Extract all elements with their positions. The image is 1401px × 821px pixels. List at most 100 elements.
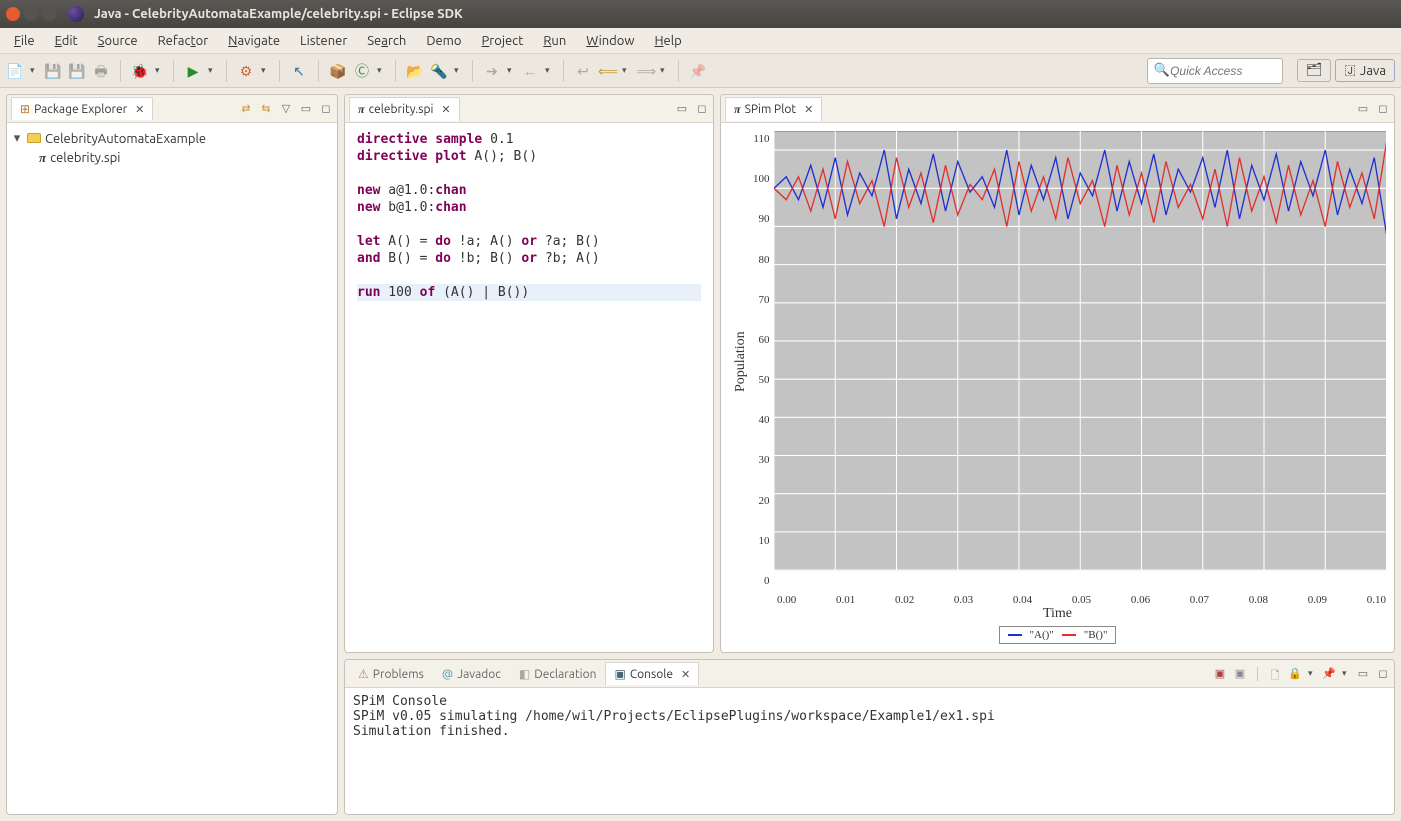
package-icon: ⊞ <box>20 102 30 116</box>
menu-listener[interactable]: Listener <box>290 31 357 51</box>
pin-icon[interactable]: 📌 <box>689 62 707 80</box>
pi-icon: π <box>358 102 365 117</box>
menu-project[interactable]: Project <box>472 31 534 51</box>
quick-access[interactable]: 🔍 <box>1147 58 1283 84</box>
tab-package-explorer[interactable]: ⊞ Package Explorer ✕ <box>11 97 153 120</box>
tab-problems[interactable]: ⚠ Problems <box>349 662 433 685</box>
print-icon[interactable]: 🖶 <box>92 62 110 80</box>
project-name: CelebrityAutomataExample <box>45 132 206 146</box>
back-icon[interactable]: ⟸ <box>598 62 616 80</box>
menu-demo[interactable]: Demo <box>416 31 471 51</box>
next-annotation-icon[interactable]: ➔ <box>483 62 501 80</box>
file-name: celebrity.spi <box>50 151 120 165</box>
menu-search[interactable]: Search <box>357 31 416 51</box>
console-output[interactable]: SPiM Console SPiM v0.05 simulating /home… <box>345 688 1394 814</box>
plot-legend: "A()" "B()" <box>729 626 1386 644</box>
debug-icon[interactable]: 🐞 <box>131 62 149 80</box>
bottom-panel: ⚠ Problems @ Javadoc ◧ Declaration ▣ Con… <box>344 659 1395 815</box>
new-package-icon[interactable]: 📦 <box>329 62 347 80</box>
last-edit-icon[interactable]: ↩ <box>574 62 592 80</box>
plot-body: Population 1101009080706050403020100 <box>721 123 1394 652</box>
new-class-icon[interactable]: Ⓒ <box>353 62 371 80</box>
expand-icon[interactable]: ▾ <box>11 131 23 146</box>
maximize-icon[interactable]: ◻ <box>1376 102 1390 116</box>
collapse-all-icon[interactable]: ⇄ <box>239 102 253 116</box>
maximize-icon[interactable]: ◻ <box>695 102 709 116</box>
menu-file[interactable]: File <box>4 31 45 51</box>
perspective-java[interactable]: 🇯 Java <box>1335 59 1395 82</box>
maximize-button[interactable] <box>42 7 56 21</box>
menu-window[interactable]: Window <box>576 31 644 51</box>
declaration-icon: ◧ <box>519 667 530 681</box>
pin-console-icon[interactable]: 📌 <box>1322 667 1336 681</box>
eclipse-icon <box>68 6 84 22</box>
link-editor-icon[interactable]: ⇆ <box>259 102 273 116</box>
plot-chart <box>774 131 1387 592</box>
minimize-icon[interactable]: ▭ <box>675 102 689 116</box>
plot-ylabel: Population <box>729 131 753 592</box>
quick-access-input[interactable] <box>1170 64 1276 78</box>
remove-launch-icon[interactable]: ▣ <box>1233 667 1247 681</box>
window-title: Java - CelebrityAutomataExample/celebrit… <box>94 7 463 21</box>
run-ext-icon[interactable]: ⚙ <box>237 62 255 80</box>
java-icon: 🇯 <box>1344 63 1356 78</box>
run-icon[interactable]: ▶ <box>184 62 202 80</box>
new-icon[interactable]: 📄 <box>6 62 24 80</box>
code-editor[interactable]: directive sample 0.1 directive plot A();… <box>345 123 713 652</box>
upper-row: π celebrity.spi ✕ ▭ ◻ directive sample 0… <box>344 94 1395 653</box>
tab-close-icon[interactable]: ✕ <box>804 103 813 116</box>
tree-file-row[interactable]: π celebrity.spi <box>11 148 333 168</box>
plot-panel: π SPim Plot ✕ ▭ ◻ Population <box>720 94 1395 653</box>
menu-run[interactable]: Run <box>533 31 576 51</box>
terminate-icon[interactable]: ▣ <box>1213 667 1227 681</box>
scroll-lock-icon[interactable]: 🔒 <box>1288 667 1302 681</box>
minimize-icon[interactable]: ▭ <box>1356 102 1370 116</box>
prev-annotation-icon[interactable]: ← <box>521 62 539 80</box>
tree-project-row[interactable]: ▾ CelebrityAutomataExample <box>11 129 333 148</box>
legend-a: "A()" <box>1030 629 1054 641</box>
tab-console[interactable]: ▣ Console ✕ <box>605 662 699 685</box>
titlebar: Java - CelebrityAutomataExample/celebrit… <box>0 0 1401 28</box>
menu-refactor[interactable]: Refactor <box>148 31 219 51</box>
tab-javadoc[interactable]: @ Javadoc <box>433 663 510 685</box>
editor-tabs: π celebrity.spi ✕ ▭ ◻ <box>345 95 713 123</box>
legend-b: "B()" <box>1084 629 1108 641</box>
editor-tab-label: celebrity.spi <box>369 103 434 116</box>
maximize-icon[interactable]: ◻ <box>1376 667 1390 681</box>
plot-xlabel: Time <box>729 606 1386 622</box>
tab-close-icon[interactable]: ✕ <box>681 668 690 681</box>
tab-close-icon[interactable]: ✕ <box>441 103 450 116</box>
tab-declaration[interactable]: ◧ Declaration <box>510 662 606 685</box>
pi-icon: π <box>734 102 741 117</box>
clear-console-icon[interactable]: 🗋 <box>1268 667 1282 681</box>
tab-plot[interactable]: π SPim Plot ✕ <box>725 97 822 121</box>
open-perspective-button[interactable]: 🗂 <box>1297 59 1332 82</box>
menu-help[interactable]: Help <box>644 31 691 51</box>
minimize-icon[interactable]: ▭ <box>1356 667 1370 681</box>
plot-tab-label: SPim Plot <box>745 103 797 116</box>
minimize-icon[interactable]: ▭ <box>299 102 313 116</box>
close-button[interactable] <box>6 7 20 21</box>
minimize-button[interactable] <box>24 7 38 21</box>
menu-source[interactable]: Source <box>88 31 148 51</box>
save-all-icon[interactable]: 💾 <box>68 62 86 80</box>
new-dropdown[interactable]: ▾ <box>30 65 38 76</box>
open-type-icon[interactable]: 📂 <box>406 62 424 80</box>
tab-label: Package Explorer <box>34 103 127 116</box>
project-tree: ▾ CelebrityAutomataExample π celebrity.s… <box>7 123 337 174</box>
perspective-java-label: Java <box>1360 64 1386 78</box>
save-icon[interactable]: 💾 <box>44 62 62 80</box>
view-menu-icon[interactable]: ▽ <box>279 102 293 116</box>
body-area: ⊞ Package Explorer ✕ ⇄ ⇆ ▽ ▭ ◻ ▾ Celebri… <box>0 88 1401 821</box>
maximize-icon[interactable]: ◻ <box>319 102 333 116</box>
tab-close-icon[interactable]: ✕ <box>135 103 144 116</box>
forward-icon[interactable]: ⟹ <box>636 62 654 80</box>
search-icon[interactable]: 🔦 <box>430 62 448 80</box>
plot-tabs: π SPim Plot ✕ ▭ ◻ <box>721 95 1394 123</box>
center-column: π celebrity.spi ✕ ▭ ◻ directive sample 0… <box>344 94 1395 815</box>
menu-edit[interactable]: Edit <box>45 31 88 51</box>
search-icon: 🔍 <box>1154 63 1170 78</box>
wand-icon[interactable]: ↖ <box>290 62 308 80</box>
menu-navigate[interactable]: Navigate <box>218 31 290 51</box>
tab-editor[interactable]: π celebrity.spi ✕ <box>349 97 460 121</box>
